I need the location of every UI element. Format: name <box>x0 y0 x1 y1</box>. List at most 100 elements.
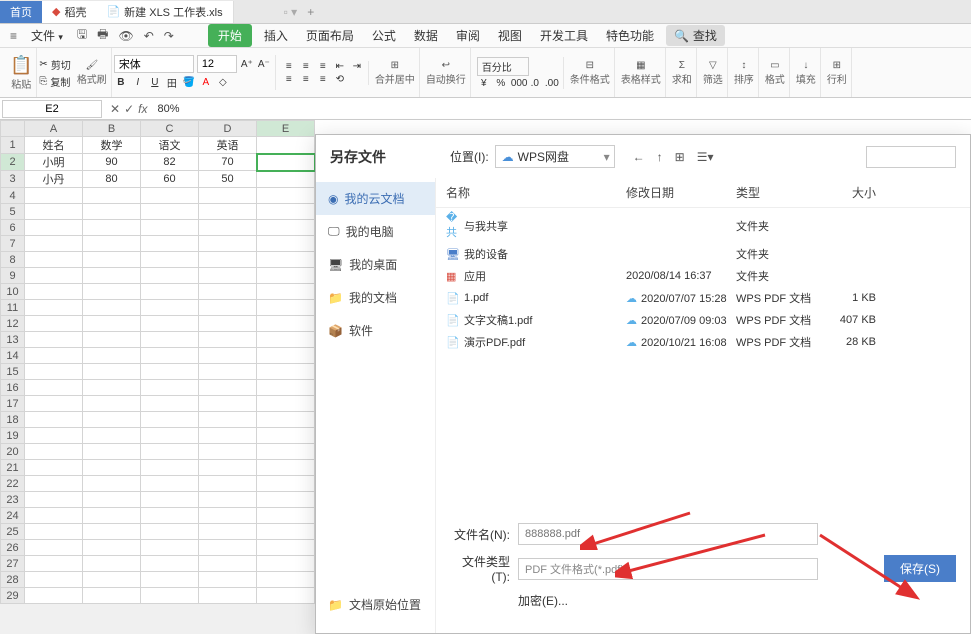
tab-worksheet[interactable]: 📄新建 XLS 工作表.xls <box>96 1 233 23</box>
row-header[interactable]: 1 <box>1 137 25 154</box>
cell[interactable] <box>257 588 315 604</box>
cell[interactable] <box>25 316 83 332</box>
align-center-icon[interactable]: ≡ <box>299 74 313 85</box>
encrypt-link[interactable]: 加密(E)... <box>518 592 568 609</box>
cell[interactable] <box>83 236 141 252</box>
paste-icon[interactable]: 📋 <box>10 55 32 76</box>
cell[interactable] <box>257 428 315 444</box>
save-icon[interactable]: 🖫 <box>75 23 89 48</box>
file-menu[interactable]: 文件 ▾ <box>25 25 69 46</box>
row-header[interactable]: 3 <box>1 171 25 188</box>
cell[interactable] <box>25 460 83 476</box>
col-header[interactable]: D <box>199 121 257 137</box>
col-header[interactable]: B <box>83 121 141 137</box>
row-header[interactable]: 10 <box>1 284 25 300</box>
comma-icon[interactable]: 000 <box>511 78 525 89</box>
cell[interactable] <box>199 508 257 524</box>
dec-inc-icon[interactable]: .0 <box>528 78 542 89</box>
cell[interactable] <box>83 428 141 444</box>
cell[interactable] <box>83 252 141 268</box>
sidebar-item[interactable]: 🖥我的桌面 <box>316 248 435 281</box>
cell[interactable] <box>257 332 315 348</box>
number-format-select[interactable]: 百分比 <box>477 57 529 76</box>
redo-icon[interactable]: ↷ <box>162 27 176 45</box>
cell[interactable] <box>257 396 315 412</box>
underline-icon[interactable]: U <box>148 77 162 88</box>
format[interactable]: ▭格式 <box>761 48 790 97</box>
cell[interactable] <box>199 428 257 444</box>
col-name[interactable]: 名称 <box>446 184 626 201</box>
cell[interactable] <box>141 476 199 492</box>
cell[interactable] <box>83 268 141 284</box>
row-header[interactable]: 20 <box>1 444 25 460</box>
newfolder-icon[interactable]: ⊞ <box>675 150 685 164</box>
back-icon[interactable]: ← <box>633 150 645 164</box>
fill-color-icon[interactable]: 🪣 <box>182 77 196 88</box>
name-box[interactable] <box>2 100 102 118</box>
menu-review[interactable]: 审阅 <box>450 25 486 46</box>
row-header[interactable]: 21 <box>1 460 25 476</box>
wrap-text[interactable]: ↩自动换行 <box>422 48 471 97</box>
cell[interactable] <box>199 348 257 364</box>
fx-icon[interactable]: fx <box>138 102 147 116</box>
sidebar-item[interactable]: 📦软件 <box>316 314 435 347</box>
cell[interactable] <box>257 556 315 572</box>
row-header[interactable]: 25 <box>1 524 25 540</box>
cell[interactable] <box>199 476 257 492</box>
cell[interactable] <box>199 396 257 412</box>
cell[interactable] <box>141 540 199 556</box>
cell[interactable] <box>141 236 199 252</box>
cell[interactable] <box>83 396 141 412</box>
menu-page-layout[interactable]: 页面布局 <box>300 25 360 46</box>
cell[interactable] <box>25 492 83 508</box>
cell[interactable] <box>199 444 257 460</box>
cell[interactable] <box>199 572 257 588</box>
align-left-icon[interactable]: ≡ <box>282 74 296 85</box>
cell[interactable] <box>257 268 315 284</box>
cell[interactable] <box>199 556 257 572</box>
file-row[interactable]: 🖥我的设备文件夹 <box>436 243 970 265</box>
cell[interactable] <box>25 220 83 236</box>
cell[interactable] <box>199 204 257 220</box>
fill[interactable]: ↓填充 <box>792 48 821 97</box>
cell[interactable] <box>25 556 83 572</box>
row-header[interactable]: 6 <box>1 220 25 236</box>
sidebar-item[interactable]: 🖵我的电脑 <box>316 215 435 248</box>
menu-start[interactable]: 开始 <box>208 24 252 47</box>
row-header[interactable]: 14 <box>1 348 25 364</box>
cell[interactable]: 82 <box>141 154 199 171</box>
cell[interactable] <box>83 364 141 380</box>
cell[interactable] <box>25 380 83 396</box>
cell[interactable] <box>141 364 199 380</box>
row-header[interactable]: 28 <box>1 572 25 588</box>
menu-view[interactable]: 视图 <box>492 25 528 46</box>
cell[interactable] <box>25 284 83 300</box>
cell[interactable] <box>257 171 315 188</box>
cell[interactable] <box>141 252 199 268</box>
cell[interactable] <box>25 188 83 204</box>
tab-daoke[interactable]: ◆稻壳 <box>42 1 96 23</box>
cell[interactable] <box>83 204 141 220</box>
cell[interactable] <box>141 300 199 316</box>
cell[interactable] <box>25 412 83 428</box>
row-header[interactable]: 19 <box>1 428 25 444</box>
location-select[interactable]: ☁ WPS网盘 <box>495 145 615 168</box>
row-header[interactable]: 11 <box>1 300 25 316</box>
cell[interactable] <box>25 252 83 268</box>
cell[interactable]: 姓名 <box>25 137 83 154</box>
cell[interactable] <box>25 428 83 444</box>
cell[interactable] <box>83 572 141 588</box>
cell[interactable] <box>257 412 315 428</box>
cell[interactable] <box>199 524 257 540</box>
cell[interactable] <box>257 572 315 588</box>
row-header[interactable]: 26 <box>1 540 25 556</box>
formula-input[interactable]: 80% <box>153 103 971 115</box>
cell[interactable] <box>83 492 141 508</box>
cell[interactable] <box>141 380 199 396</box>
orientation-icon[interactable]: ⟲ <box>333 74 347 85</box>
cell[interactable] <box>141 396 199 412</box>
col-header[interactable]: C <box>141 121 199 137</box>
cell[interactable] <box>83 476 141 492</box>
cell[interactable] <box>257 348 315 364</box>
cell[interactable]: 小明 <box>25 154 83 171</box>
